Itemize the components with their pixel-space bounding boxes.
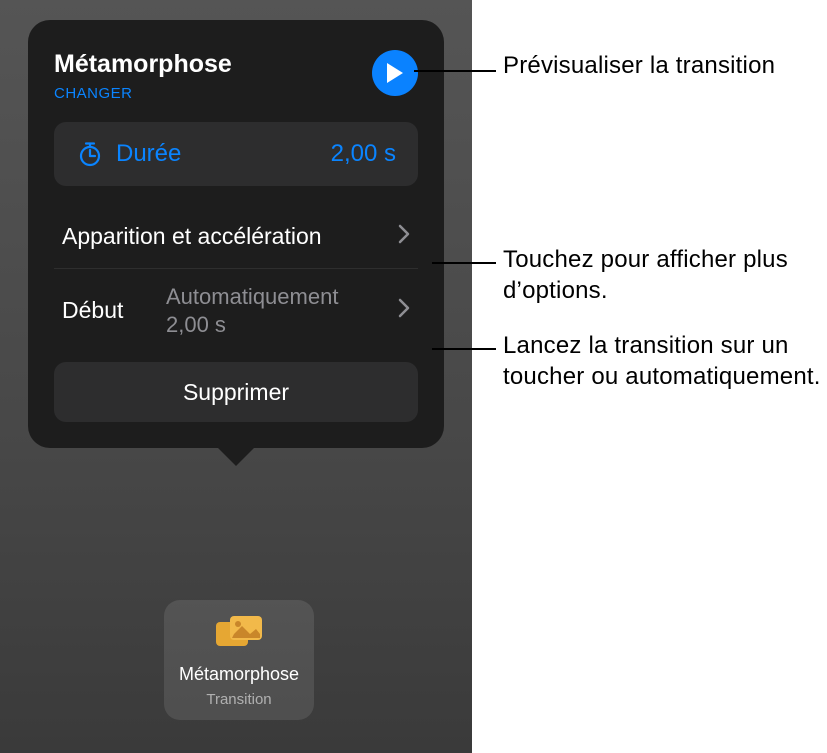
callout-preview: Prévisualiser la transition (503, 50, 803, 81)
play-icon (385, 62, 405, 84)
delete-button[interactable]: Supprimer (54, 362, 418, 422)
transition-chip[interactable]: Métamorphose Transition (164, 600, 314, 720)
callout-line (432, 348, 496, 350)
callout-line (432, 262, 496, 264)
callout-line (414, 70, 496, 72)
popover-header: Métamorphose CHANGER (54, 50, 418, 102)
popover-title-block: Métamorphose CHANGER (54, 50, 232, 102)
rows-group: Apparition et accélération Début Automat… (54, 204, 418, 356)
chevron-right-icon (398, 298, 410, 323)
callout-more-options: Touchez pour afficher plus d’options. (503, 244, 823, 306)
change-button[interactable]: CHANGER (54, 85, 232, 102)
duration-label: Durée (116, 140, 181, 168)
chevron-right-icon (398, 224, 410, 249)
start-label: Début (62, 297, 148, 324)
app-mock-area: Métamorphose CHANGER (0, 0, 472, 753)
duration-value: 2,00 s (331, 140, 396, 168)
appearance-label: Apparition et accélération (62, 223, 322, 250)
duration-left: Durée (76, 140, 181, 168)
popover-arrow (216, 446, 256, 466)
transition-chip-icon (212, 612, 266, 654)
start-value-line1: Automatiquement (166, 284, 338, 309)
chip-subtitle: Transition (206, 691, 271, 708)
callout-start-help: Lancez la transition sur un toucher ou a… (503, 330, 823, 392)
preview-play-button[interactable] (372, 50, 418, 96)
chip-title: Métamorphose (179, 664, 299, 685)
transition-popover: Métamorphose CHANGER (28, 20, 444, 448)
transition-title: Métamorphose (54, 50, 232, 79)
timer-icon (76, 140, 104, 168)
appearance-row[interactable]: Apparition et accélération (54, 204, 418, 268)
start-value: Automatiquement 2,00 s (166, 283, 388, 338)
start-row[interactable]: Début Automatiquement 2,00 s (54, 268, 418, 356)
start-value-line2: 2,00 s (166, 312, 226, 337)
duration-row[interactable]: Durée 2,00 s (54, 122, 418, 186)
